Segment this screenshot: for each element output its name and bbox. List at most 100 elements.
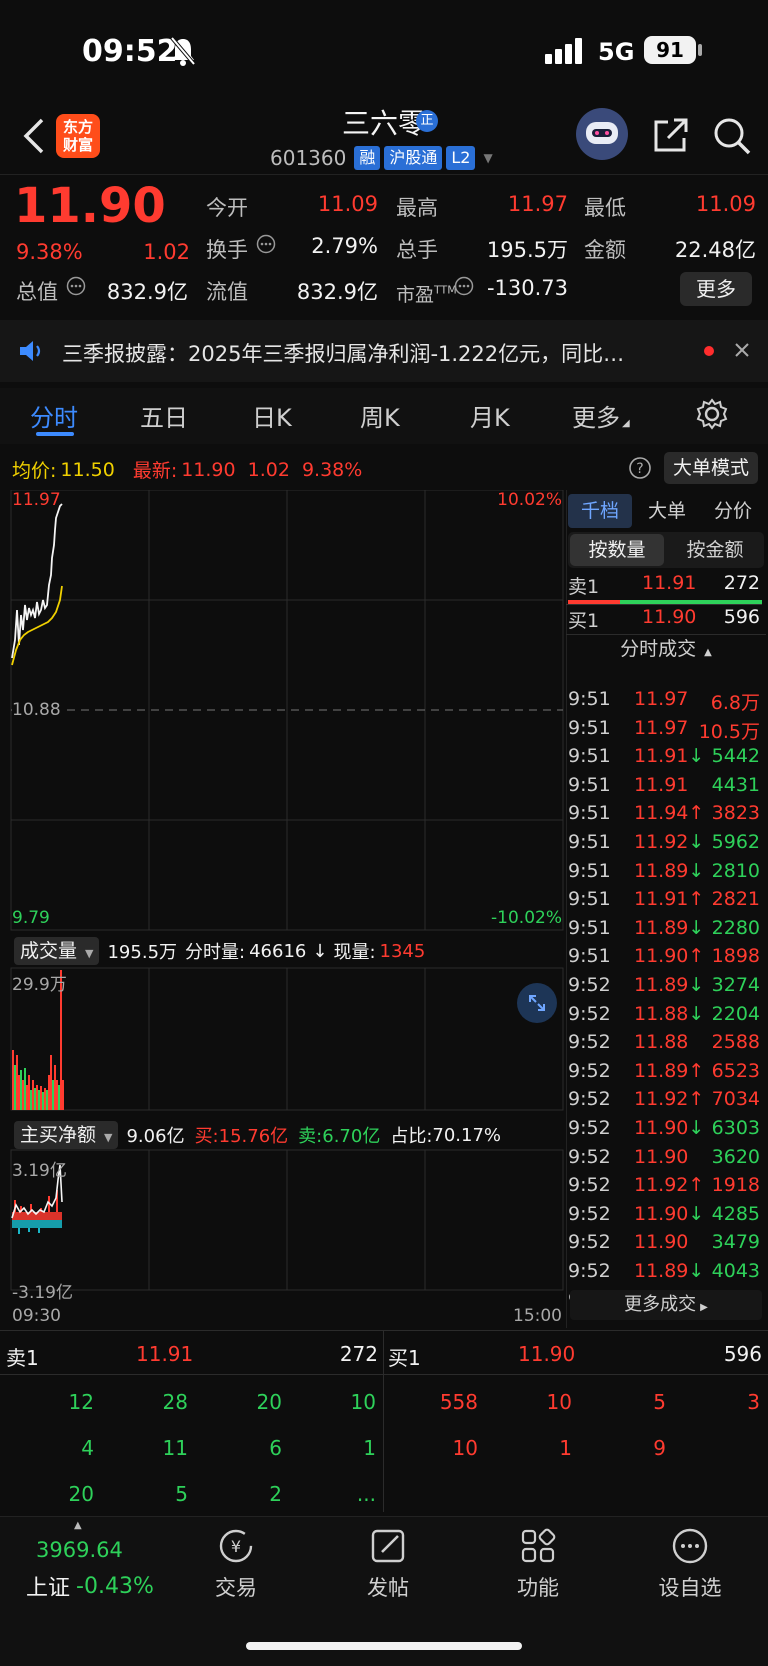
nav-functions-label: 功能: [517, 1576, 559, 1600]
trade-row: 9:51 11.91↓ 5442: [566, 745, 762, 773]
nav-functions[interactable]: 功能: [478, 1526, 598, 1602]
ask1-row[interactable]: 卖1 11.91 272: [566, 572, 762, 600]
latest-pct: 9.38%: [301, 458, 363, 481]
queue-order: 12: [68, 1390, 94, 1414]
netflow-selector[interactable]: 主买净额 ▼: [14, 1121, 119, 1149]
netflow-ratio: 70.17%: [432, 1124, 502, 1146]
trade-time: 9:51: [568, 888, 611, 911]
high-label: 最高: [396, 196, 438, 220]
trade-price: 11.97: [634, 717, 688, 739]
trade-direction-arrow: ↓: [688, 974, 705, 996]
period-volume-label: 分时量:: [185, 942, 246, 963]
queue-order: 4: [81, 1436, 94, 1460]
big-order-mode-button[interactable]: 大单模式: [664, 452, 758, 484]
ob-ask-volume: 272: [339, 1342, 378, 1366]
ask1-label: 卖1: [568, 576, 600, 598]
trade-volume: 1918: [711, 1174, 760, 1197]
svg-text:¥: ¥: [231, 1537, 241, 1556]
tab-intraday[interactable]: 分时: [30, 398, 78, 433]
bid1-row[interactable]: 买1 11.90 596: [566, 606, 762, 634]
price-axis-mid: 10.88: [12, 700, 61, 720]
volume-label: 总手: [396, 238, 438, 262]
trade-price-value: 11.90: [634, 1117, 689, 1139]
trade-row: 9:52 11.90↓ 6303: [566, 1117, 762, 1145]
trade-row: 9:51 11.90↑ 1898: [566, 945, 762, 973]
side-tab-depth[interactable]: 千档: [568, 494, 632, 528]
change-percent: 9.38%: [16, 240, 83, 264]
search-icon[interactable]: [712, 116, 752, 156]
trade-price: 11.90: [634, 1231, 688, 1253]
dropdown-caret-icon[interactable]: ▼: [483, 151, 492, 165]
queue-order: ...: [356, 1482, 376, 1506]
nav-post[interactable]: 发帖: [328, 1526, 448, 1602]
tab-five-day[interactable]: 五日: [140, 398, 188, 433]
nav-watchlist[interactable]: 设自选: [630, 1526, 750, 1602]
trade-volume: 2821: [711, 888, 760, 911]
nav-post-label: 发帖: [367, 1576, 409, 1600]
price-axis-top: 11.97: [12, 490, 61, 510]
trade-price: 11.92↑: [634, 1088, 704, 1110]
share-icon[interactable]: [652, 116, 690, 154]
index-summary[interactable]: 上证 -0.43%: [26, 1570, 154, 1602]
side-tab-big-order[interactable]: 大单: [636, 494, 698, 528]
nav-trade-label: 交易: [215, 1576, 257, 1600]
trade-price: 11.89↓: [634, 860, 704, 882]
down-arrow-icon: ↓: [312, 940, 328, 962]
volume-selector-label: 成交量: [20, 940, 78, 962]
trade-row: 9:52 11.89↓ 4043: [566, 1260, 762, 1288]
info-dots-icon[interactable]: [66, 276, 86, 296]
info-dots-icon[interactable]: [256, 234, 276, 254]
more-trades-button[interactable]: 更多成交 ▶: [570, 1290, 762, 1320]
trade-direction-arrow: ↓: [688, 745, 705, 768]
queue-order: 28: [162, 1390, 188, 1414]
total-value-label: 总值: [16, 280, 58, 304]
trade-row: 9:52 11.92↑ 1918: [566, 1174, 762, 1202]
assistant-avatar[interactable]: [576, 108, 628, 160]
current-volume-value: 1345: [379, 940, 426, 962]
trade-direction-arrow: ↓: [688, 1002, 705, 1025]
close-icon[interactable]: [734, 342, 750, 358]
battery-level: 91: [644, 36, 696, 64]
trade-price: 11.88: [634, 1031, 688, 1053]
settings-gear-icon[interactable]: [696, 398, 728, 430]
nav-trade[interactable]: ¥ 交易: [176, 1526, 296, 1602]
side-tab-price[interactable]: 分价: [702, 494, 764, 528]
tab-daily-k[interactable]: 日K: [252, 398, 292, 433]
tab-monthly-k[interactable]: 月K: [470, 398, 510, 433]
queue-order: 558: [439, 1390, 478, 1414]
trades-title[interactable]: 分时成交 ▲: [566, 634, 766, 661]
index-value[interactable]: 3969.64: [36, 1538, 123, 1562]
trade-time: 9:52: [568, 1031, 611, 1054]
trade-row: 9:51 11.97 10.5万: [566, 717, 762, 745]
tag-level2: L2: [446, 146, 476, 170]
stock-code: 601360: [270, 146, 347, 170]
trade-price-value: 11.92: [634, 1088, 689, 1111]
tab-more[interactable]: 更多 ◢: [572, 398, 630, 433]
info-dots-icon[interactable]: [454, 276, 474, 296]
netflow-net: 9.06亿: [126, 1126, 185, 1147]
orderbook-divider: [0, 1330, 768, 1331]
queue-order: 1: [363, 1436, 376, 1460]
trade-row: 9:52 11.88↓ 2204: [566, 1003, 762, 1031]
trade-time: 9:52: [568, 1002, 611, 1025]
queue-order: 5: [653, 1390, 666, 1414]
current-volume-label: 现量:: [333, 942, 376, 963]
trade-price: 11.91↓: [634, 745, 704, 767]
active-tab-indicator: [36, 432, 74, 436]
subtab-by-amount[interactable]: 按金额: [668, 534, 762, 566]
help-icon[interactable]: ?: [628, 456, 652, 480]
trade-time: 9:51: [568, 773, 611, 796]
trade-time: 9:51: [568, 745, 611, 768]
expand-chart-icon[interactable]: [516, 982, 558, 1024]
netflow-sell: 6.70亿: [322, 1126, 381, 1147]
volume-selector[interactable]: 成交量 ▼: [14, 937, 100, 965]
trade-row: 9:52 11.90 3620: [566, 1146, 762, 1174]
avg-label: 均价:: [12, 460, 57, 482]
announcement-text[interactable]: 三季报披露：2025年三季报归属净利润-1.222亿元，同比…: [62, 338, 682, 368]
subtab-by-quantity[interactable]: 按数量: [570, 534, 664, 566]
tab-weekly-k[interactable]: 周K: [360, 398, 400, 433]
trade-volume: 2588: [711, 1031, 760, 1054]
more-button[interactable]: 更多: [680, 272, 752, 306]
trade-price-value: 11.91: [634, 745, 689, 768]
trade-price-value: 11.94: [634, 802, 689, 825]
